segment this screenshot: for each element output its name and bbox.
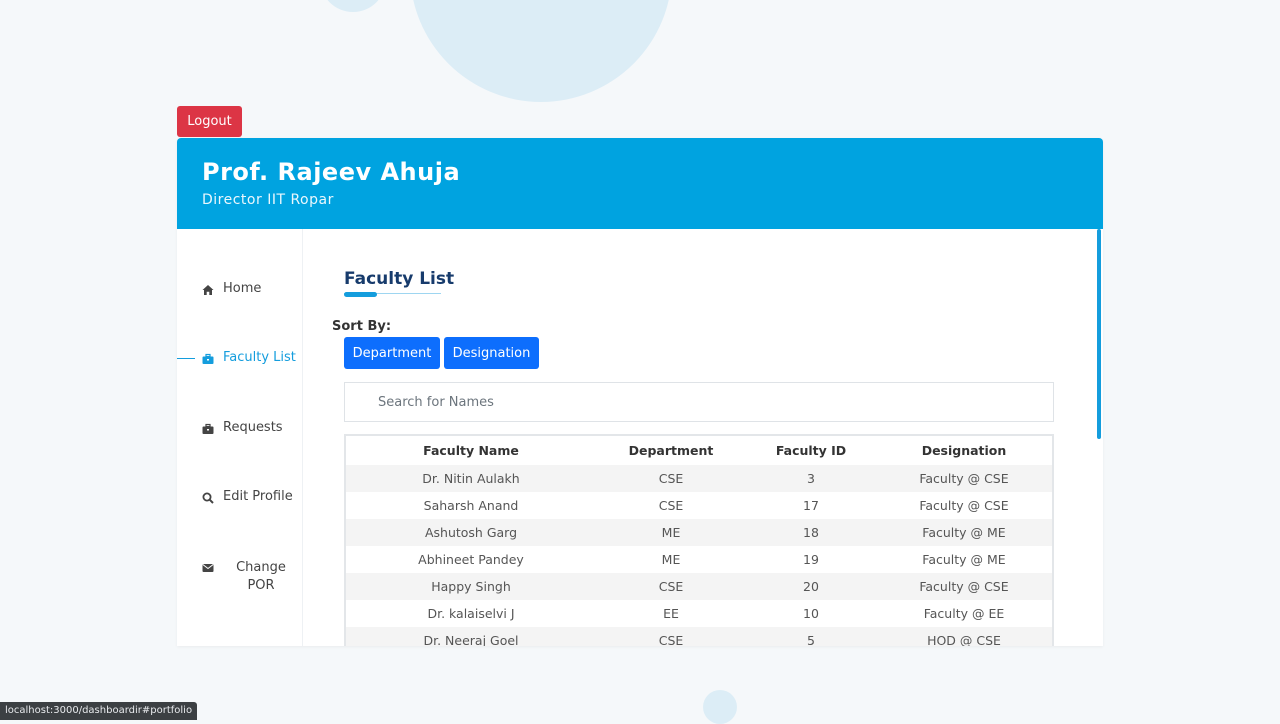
table-row: Dr. Nitin Aulakh CSE 3 Faculty @ CSE	[346, 465, 1052, 492]
cell-name: Abhineet Pandey	[418, 552, 524, 567]
sort-label: Sort By:	[332, 319, 392, 334]
cell-designation: Faculty @ CSE	[919, 579, 1009, 594]
column-header-department: Department	[628, 443, 714, 458]
column-header-name: Faculty Name	[423, 443, 519, 458]
sidebar-item-label: Change POR	[221, 559, 301, 595]
sidebar-item-edit-profile[interactable]: Edit Profile	[177, 489, 302, 509]
cell-designation: Faculty @ CSE	[919, 471, 1009, 486]
label-line: POR	[247, 578, 275, 593]
column-header-id: Faculty ID	[775, 443, 847, 458]
faculty-table: Faculty Name Department Faculty ID Desig…	[344, 434, 1054, 646]
search-icon	[202, 492, 214, 504]
title-underline-accent	[344, 292, 377, 297]
briefcase-icon	[202, 353, 214, 364]
cell-id: 18	[803, 525, 819, 540]
background-bubble	[410, 0, 672, 102]
logout-button[interactable]: Logout	[177, 106, 242, 137]
cell-designation: Faculty @ EE	[923, 606, 1005, 621]
sidebar-item-label: Requests	[223, 420, 283, 435]
cell-department: CSE	[658, 579, 684, 594]
cell-name: Happy Singh	[431, 579, 511, 594]
table-header-row: Faculty Name Department Faculty ID Desig…	[346, 436, 1052, 465]
cell-designation: Faculty @ ME	[922, 525, 1006, 540]
cell-department: CSE	[658, 471, 684, 486]
sidebar: Home Faculty List Requests Edit Profile …	[177, 229, 303, 646]
cell-name: Dr. Nitin Aulakh	[422, 471, 520, 486]
profile-name: Prof. Rajeev Ahuja	[202, 158, 461, 186]
background-bubble	[320, 0, 386, 12]
cell-name: Ashutosh Garg	[424, 525, 518, 540]
dashboard-card: Prof. Rajeev Ahuja Director IIT Ropar Ho…	[177, 138, 1103, 646]
home-icon	[202, 285, 214, 295]
scrollbar[interactable]	[1097, 229, 1101, 439]
profile-role: Director IIT Ropar	[202, 192, 334, 208]
sidebar-item-change-por[interactable]: Change POR	[177, 559, 302, 599]
search-input[interactable]	[344, 382, 1054, 422]
briefcase-icon	[202, 423, 214, 434]
cell-designation: Faculty @ CSE	[919, 498, 1009, 513]
status-bar-url: localhost:3000/dashboardir#portfolio	[0, 702, 198, 720]
sidebar-item-home[interactable]: Home	[177, 281, 302, 301]
cell-department: ME	[661, 552, 681, 567]
cell-id: 19	[803, 552, 819, 567]
table-row: Dr. kalaiselvi J EE 10 Faculty @ EE	[346, 600, 1052, 627]
cell-department: CSE	[658, 633, 684, 646]
sidebar-item-label: Home	[223, 281, 262, 296]
envelope-icon	[202, 564, 214, 572]
cell-designation: Faculty @ ME	[922, 552, 1006, 567]
cell-id: 10	[803, 606, 819, 621]
sidebar-item-requests[interactable]: Requests	[177, 420, 302, 440]
table-row: Abhineet Pandey ME 19 Faculty @ ME	[346, 546, 1052, 573]
cell-designation: HOD @ CSE	[927, 633, 1001, 646]
cell-department: ME	[661, 525, 681, 540]
cell-department: CSE	[658, 498, 684, 513]
sidebar-item-faculty-list[interactable]: Faculty List	[177, 350, 302, 370]
cell-id: 3	[807, 471, 815, 486]
column-header-designation: Designation	[921, 443, 1007, 458]
cell-id: 5	[807, 633, 815, 646]
cell-id: 17	[803, 498, 819, 513]
active-indicator	[177, 358, 195, 359]
table-row: Saharsh Anand CSE 17 Faculty @ CSE	[346, 492, 1052, 519]
cell-name: Dr. kalaiselvi J	[427, 606, 515, 621]
table-row: Happy Singh CSE 20 Faculty @ CSE	[346, 573, 1052, 600]
cell-name: Saharsh Anand	[423, 498, 519, 513]
profile-header: Prof. Rajeev Ahuja Director IIT Ropar	[177, 138, 1103, 229]
cell-id: 20	[803, 579, 819, 594]
section-title: Faculty List	[344, 269, 455, 289]
cell-department: EE	[663, 606, 679, 621]
table-row: Ashutosh Garg ME 18 Faculty @ ME	[346, 519, 1052, 546]
sidebar-item-label: Faculty List	[223, 350, 296, 365]
cell-name: Dr. Neeraj Goel	[423, 633, 519, 646]
sort-designation-button[interactable]: Designation	[444, 337, 539, 369]
table-row: Dr. Neeraj Goel CSE 5 HOD @ CSE	[346, 627, 1052, 646]
background-bubble	[703, 690, 737, 724]
label-line: Change	[236, 560, 286, 575]
sort-department-button[interactable]: Department	[344, 337, 440, 369]
sidebar-item-label: Edit Profile	[223, 489, 293, 504]
